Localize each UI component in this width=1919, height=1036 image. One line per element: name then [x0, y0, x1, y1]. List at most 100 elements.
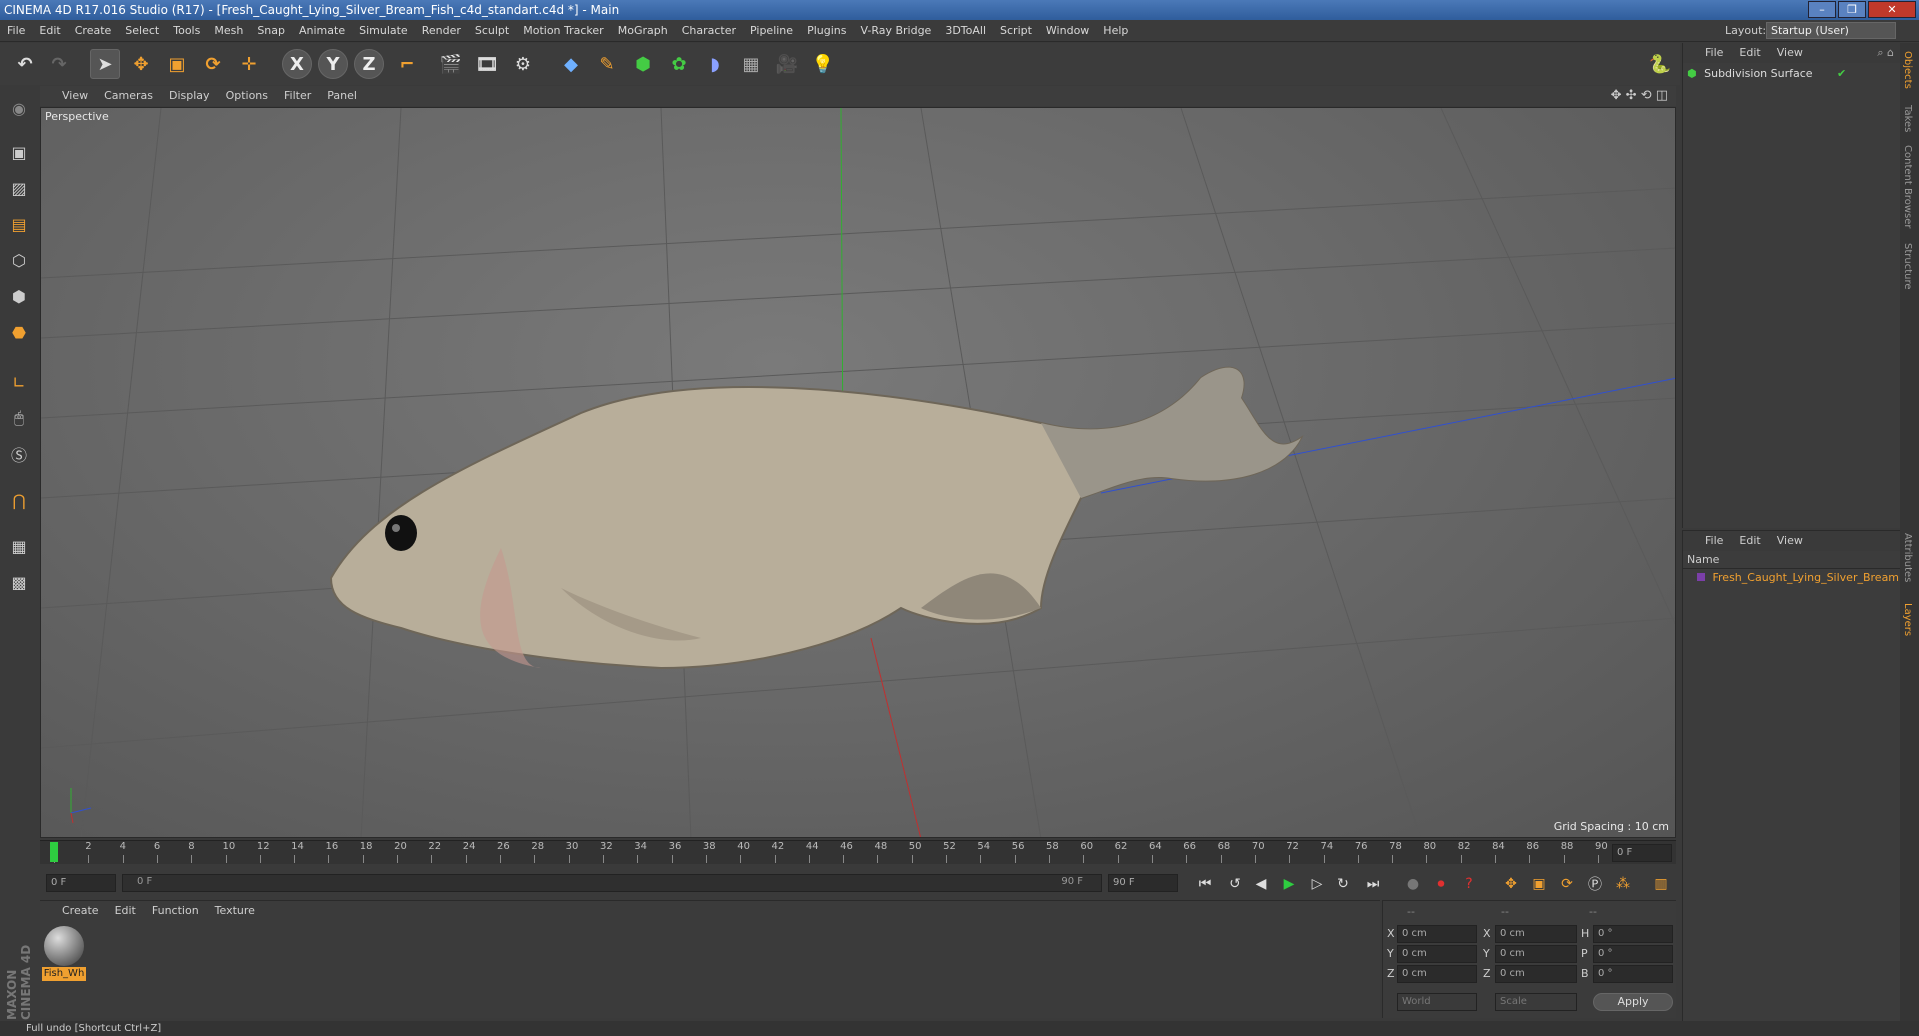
viewport-navigation-icons[interactable]: ✥ ✣ ⟲ ◫	[1611, 88, 1668, 103]
key-rotation-icon[interactable]: ⟳	[1556, 873, 1578, 895]
rot-h-field[interactable]: 0 °	[1593, 925, 1673, 943]
previous-keyframe-icon[interactable]: ↺	[1224, 873, 1246, 895]
floor-scene-icon[interactable]: ▦	[736, 49, 766, 79]
object-row[interactable]: ⬢ Subdivision Surface ✔	[1687, 67, 1887, 83]
viewport-menu-display[interactable]: Display	[161, 86, 218, 106]
python-icon[interactable]: 🐍	[1645, 49, 1675, 79]
menu-window[interactable]: Window	[1039, 20, 1096, 42]
tweak-mode-icon[interactable]: 🖱	[4, 403, 34, 433]
key-position-icon[interactable]: ✥	[1500, 873, 1522, 895]
menu-tools[interactable]: Tools	[166, 20, 207, 42]
object-menu-file[interactable]: File	[1697, 43, 1731, 63]
x-axis-lock-button[interactable]: X	[282, 49, 312, 79]
object-menu-edit[interactable]: Edit	[1731, 43, 1768, 63]
texture-mode-icon[interactable]: ▨	[4, 173, 34, 203]
menu-render[interactable]: Render	[415, 20, 468, 42]
material-swatch[interactable]: Fish_Wh	[42, 925, 86, 981]
fish-model[interactable]	[329, 366, 1304, 670]
make-editable-icon[interactable]: ◉	[4, 93, 34, 123]
move-icon[interactable]: ✥	[126, 49, 156, 79]
solo-mode-icon[interactable]: Ⓢ	[4, 439, 34, 469]
menu-3dtoall[interactable]: 3DToAll	[938, 20, 993, 42]
viewport-menu-panel[interactable]: Panel	[319, 86, 365, 106]
object-manager-search-icon[interactable]: ⌕ ⌂	[1877, 46, 1894, 60]
size-y-field[interactable]: 0 cm	[1495, 945, 1577, 963]
menu-help[interactable]: Help	[1096, 20, 1135, 42]
menu-file[interactable]: File	[0, 20, 32, 42]
menu-motion-tracker[interactable]: Motion Tracker	[516, 20, 610, 42]
previous-frame-icon[interactable]: ◀	[1250, 873, 1272, 895]
end-frame-field[interactable]: 90 F	[1108, 874, 1178, 892]
edges-mode-icon[interactable]: ⬢	[4, 281, 34, 311]
object-menu-view[interactable]: View	[1769, 43, 1811, 63]
layout-dropdown[interactable]: Startup (User)	[1766, 22, 1896, 39]
menu-select[interactable]: Select	[118, 20, 166, 42]
spline-pen-icon[interactable]: ✎	[592, 49, 622, 79]
coordinate-mode-dropdown[interactable]: World	[1397, 993, 1477, 1011]
play-icon[interactable]: ▶	[1278, 873, 1300, 895]
pos-y-field[interactable]: 0 cm	[1397, 945, 1477, 963]
material-menu-texture[interactable]: Texture	[207, 901, 263, 921]
next-keyframe-icon[interactable]: ↻	[1332, 873, 1354, 895]
cube-primitive-icon[interactable]: ◆	[556, 49, 586, 79]
snap-magnet-icon[interactable]: ⋂	[4, 485, 34, 515]
lock-workplane-icon[interactable]: ▦	[4, 531, 34, 561]
tab-objects[interactable]: Objects	[1902, 51, 1913, 89]
render-settings-icon[interactable]: ⚙	[508, 49, 538, 79]
camera-label[interactable]: Perspective	[45, 110, 109, 123]
go-to-start-icon[interactable]: ⏮	[1194, 873, 1216, 895]
viewport-menu-options[interactable]: Options	[218, 86, 276, 106]
render-view-icon[interactable]: 🎬	[436, 49, 466, 79]
rot-p-field[interactable]: 0 °	[1593, 945, 1673, 963]
material-menu-function[interactable]: Function	[144, 901, 207, 921]
start-frame-field[interactable]: 0 F	[46, 874, 116, 892]
undo-icon[interactable]: ↶	[10, 49, 40, 79]
layer-menu-view[interactable]: View	[1769, 531, 1811, 551]
menu-script[interactable]: Script	[993, 20, 1039, 42]
frame-range-slider[interactable]: 0 F 90 F	[122, 874, 1102, 892]
size-x-field[interactable]: 0 cm	[1495, 925, 1577, 943]
model-mode-icon[interactable]: ▣	[4, 137, 34, 167]
subdivision-generator-icon[interactable]: ⬢	[628, 49, 658, 79]
render-picture-viewer-icon[interactable]: 🎞	[472, 49, 502, 79]
camera-icon[interactable]: 🎥	[772, 49, 802, 79]
material-menu-create[interactable]: Create	[54, 901, 107, 921]
menu-sculpt[interactable]: Sculpt	[468, 20, 516, 42]
tab-content-browser[interactable]: Content Browser	[1902, 145, 1913, 228]
close-button[interactable]: ✕	[1868, 1, 1916, 18]
deformer-icon[interactable]: ◗	[700, 49, 730, 79]
layer-menu-file[interactable]: File	[1697, 531, 1731, 551]
polygons-mode-icon[interactable]: ⬣	[4, 317, 34, 347]
pos-z-field[interactable]: 0 cm	[1397, 965, 1477, 983]
next-frame-icon[interactable]: ▷	[1306, 873, 1328, 895]
timeline-ruler[interactable]: 0246810121416182022242628303234363840424…	[40, 840, 1676, 864]
z-axis-lock-button[interactable]: Z	[354, 49, 384, 79]
material-menu-edit[interactable]: Edit	[107, 901, 144, 921]
layer-menu-edit[interactable]: Edit	[1731, 531, 1768, 551]
select-cursor-icon[interactable]: ➤	[90, 49, 120, 79]
viewport-menu-filter[interactable]: Filter	[276, 86, 319, 106]
multi-transform-icon[interactable]: ✛	[234, 49, 264, 79]
axis-mode-icon[interactable]: ∟	[4, 367, 34, 397]
coordinate-system-icon[interactable]: ⌐	[392, 49, 422, 79]
apply-button[interactable]: Apply	[1593, 993, 1673, 1011]
planar-workplane-icon[interactable]: ▩	[4, 567, 34, 597]
tab-layers[interactable]: Layers	[1902, 603, 1913, 636]
menu-snap[interactable]: Snap	[250, 20, 292, 42]
key-parameter-icon[interactable]: Ⓟ	[1584, 873, 1606, 895]
current-frame-field[interactable]: 0 F	[1612, 844, 1672, 862]
points-mode-icon[interactable]: ⬡	[4, 245, 34, 275]
menu-character[interactable]: Character	[675, 20, 743, 42]
menu-create[interactable]: Create	[68, 20, 119, 42]
auto-keying-icon[interactable]: ⏺	[1430, 873, 1452, 895]
timeline-window-icon[interactable]: ▥	[1650, 873, 1672, 895]
menu-simulate[interactable]: Simulate	[352, 20, 415, 42]
minimize-button[interactable]: –	[1808, 1, 1836, 18]
menu-mograph[interactable]: MoGraph	[611, 20, 675, 42]
tab-structure[interactable]: Structure	[1902, 243, 1913, 290]
light-icon[interactable]: 💡	[808, 49, 838, 79]
size-z-field[interactable]: 0 cm	[1495, 965, 1577, 983]
keyframe-selection-icon[interactable]: ?	[1458, 873, 1480, 895]
menu-animate[interactable]: Animate	[292, 20, 352, 42]
menu-edit[interactable]: Edit	[32, 20, 67, 42]
